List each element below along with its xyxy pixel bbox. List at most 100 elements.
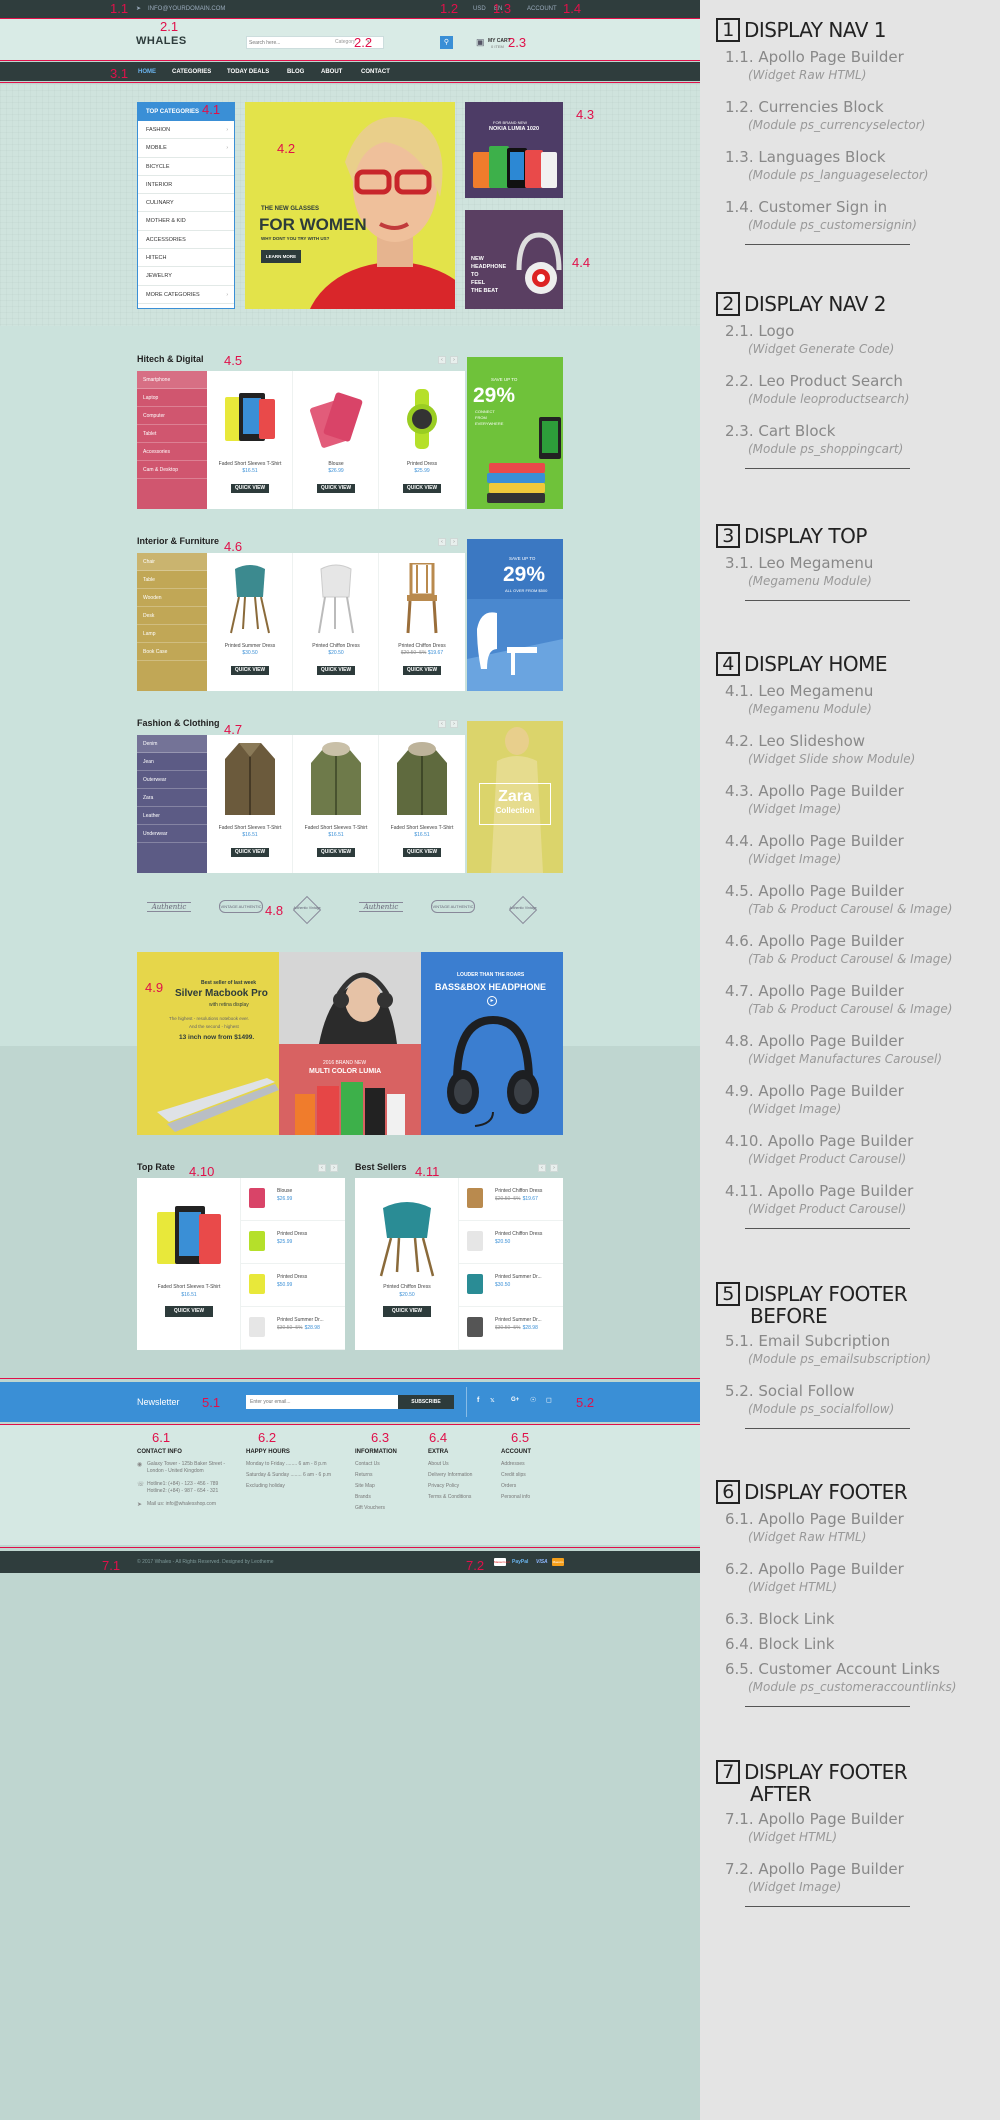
top-category-item[interactable]: HITECH (138, 249, 234, 268)
product-name[interactable]: Printed Summer Dr... (495, 1317, 542, 1323)
category-tab[interactable]: Leather (137, 807, 207, 825)
footer-link[interactable]: Privacy Policy (428, 1481, 498, 1492)
top-category-item[interactable]: ACCESSORIES (138, 231, 234, 250)
product-card[interactable]: Faded Short Sleeves T-Shirt $16.51 QUICK… (207, 735, 293, 873)
fashion-promo-banner[interactable]: Zara Collection (467, 721, 563, 873)
category-tab[interactable]: Book Case (137, 643, 207, 661)
footer-link[interactable]: Terms & Conditions (428, 1492, 498, 1503)
menu-blog[interactable]: BLOG (287, 69, 304, 75)
newsletter-email-input[interactable] (246, 1395, 398, 1409)
product-name[interactable]: Printed Dress (277, 1231, 307, 1237)
category-tab[interactable]: Accessories (137, 443, 207, 461)
quick-view-button[interactable]: QUICK VIEW (165, 1306, 213, 1317)
footer-link[interactable]: About Us (428, 1459, 498, 1470)
footer-link[interactable]: Site Map (355, 1481, 425, 1492)
product-name[interactable]: Blouse (277, 1188, 292, 1194)
product-name[interactable]: Printed Summer Dress (207, 643, 293, 649)
footer-link[interactable]: Personal info (501, 1492, 563, 1503)
product-name[interactable]: Printed Dress (379, 461, 465, 467)
product-name[interactable]: Printed Chiffon Dress (495, 1188, 542, 1194)
menu-categories[interactable]: CATEGORIES (172, 69, 211, 75)
category-select[interactable]: Category (335, 39, 355, 45)
product-card[interactable]: Faded Short Sleeves T-Shirt $16.51 QUICK… (137, 1178, 241, 1350)
category-tab[interactable]: Desk (137, 607, 207, 625)
product-card[interactable]: Printed Dress $25.99 QUICK VIEW (379, 371, 465, 509)
twitter-icon[interactable]: 𝕩 (490, 1396, 495, 1404)
product-card[interactable]: Printed Chiffon Dress $20.50 QUICK VIEW (355, 1178, 459, 1350)
product-name[interactable]: Faded Short Sleeves T-Shirt (293, 825, 379, 831)
product-name[interactable]: Faded Short Sleeves T-Shirt (379, 825, 465, 831)
quick-view-button[interactable]: QUICK VIEW (383, 1306, 431, 1317)
quick-view-button[interactable]: QUICK VIEW (403, 484, 441, 493)
product-name[interactable]: Faded Short Sleeves T-Shirt (207, 825, 293, 831)
product-card[interactable]: Printed Chiffon Dress $20.50 QUICK VIEW (293, 553, 379, 691)
search-input[interactable] (249, 38, 329, 47)
product-card[interactable]: Faded Short Sleeves T-Shirt $16.51 QUICK… (379, 735, 465, 873)
category-tab[interactable]: Underwear (137, 825, 207, 843)
product-name[interactable]: Blouse (293, 461, 379, 467)
category-tab[interactable]: Chair (137, 553, 207, 571)
banner-bass[interactable]: LOUDER THAN THE ROARS BASS&BOX HEADPHONE… (421, 952, 563, 1135)
category-tab[interactable]: Outerwear (137, 771, 207, 789)
subscribe-button[interactable]: SUBSCRIBE (398, 1395, 454, 1409)
list-item[interactable]: Printed Dress $50.99 (241, 1264, 345, 1307)
quick-view-button[interactable]: QUICK VIEW (317, 484, 355, 493)
quick-view-button[interactable]: QUICK VIEW (403, 666, 441, 675)
product-name[interactable]: Printed Chiffon Dress (355, 1284, 459, 1290)
search-button[interactable]: ⚲ (440, 36, 453, 49)
product-name[interactable]: Printed Dress (277, 1274, 307, 1280)
category-tab[interactable]: Cam & Desktop (137, 461, 207, 479)
fashion-next-button[interactable]: › (450, 720, 458, 728)
quick-view-button[interactable]: QUICK VIEW (231, 484, 269, 493)
list-item[interactable]: Blouse $26.99 (241, 1178, 345, 1221)
footer-link[interactable]: Delivery Information (428, 1470, 498, 1481)
footer-link[interactable]: Contact Us (355, 1459, 425, 1470)
footer-link[interactable]: Addresses (501, 1459, 563, 1470)
list-item[interactable]: Printed Summer Dr... $30.50 -5% $28.98 (459, 1307, 563, 1350)
top-category-item[interactable]: MOBILE (138, 139, 234, 158)
slideshow[interactable]: THE NEW GLASSES FOR WOMEN WHY DONT YOU T… (245, 102, 455, 309)
interior-next-button[interactable]: › (450, 538, 458, 546)
menu-contact[interactable]: CONTACT (361, 69, 390, 75)
menu-about[interactable]: ABOUT (321, 69, 342, 75)
google-plus-icon[interactable]: G+ (511, 1397, 519, 1403)
facebook-icon[interactable]: f (477, 1397, 479, 1404)
product-card[interactable]: Faded Short Sleeves T-Shirt $16.51 QUICK… (207, 371, 293, 509)
category-tab[interactable]: Smartphone (137, 371, 207, 389)
banner-music-girl[interactable] (279, 952, 421, 1044)
account-link[interactable]: ACCOUNT (527, 6, 557, 12)
top-rate-next-button[interactable]: › (330, 1164, 338, 1172)
product-card[interactable]: Blouse $26.99 QUICK VIEW (293, 371, 379, 509)
list-item[interactable]: Printed Chiffon Dress $20.50 (459, 1221, 563, 1264)
top-category-item[interactable]: BICYCLE (138, 158, 234, 176)
top-rate-prev-button[interactable]: ‹ (318, 1164, 326, 1172)
category-tab[interactable]: Computer (137, 407, 207, 425)
category-tab[interactable]: Wooden (137, 589, 207, 607)
hitech-prev-button[interactable]: ‹ (438, 356, 446, 364)
list-item[interactable]: Printed Chiffon Dress $20.50 -5% $19.67 (459, 1178, 563, 1221)
category-tab[interactable]: Zara (137, 789, 207, 807)
menu-home[interactable]: HOME (138, 69, 156, 75)
quick-view-button[interactable]: QUICK VIEW (403, 848, 441, 857)
footer-link[interactable]: Orders (501, 1481, 563, 1492)
banner-nokia[interactable]: FOR BRAND NEW NOKIA LUMIA 1020 (465, 102, 563, 198)
manufacturer-logo[interactable]: VINTAGE AUTHENTIC (431, 896, 475, 924)
product-name[interactable]: Printed Chiffon Dress (379, 643, 465, 649)
learn-more-button[interactable]: LEARN MORE (261, 250, 301, 263)
pinterest-icon[interactable]: ☉ (530, 1396, 536, 1404)
menu-today-deals[interactable]: TODAY DEALS (227, 69, 269, 75)
footer-link[interactable]: Brands (355, 1492, 425, 1503)
product-name[interactable]: Printed Chiffon Dress (495, 1231, 542, 1237)
top-category-item[interactable]: CULINARY (138, 194, 234, 213)
category-tab[interactable]: Tablet (137, 425, 207, 443)
top-category-item[interactable]: MOTHER & KID (138, 212, 234, 231)
logo[interactable]: WHALES (136, 35, 187, 47)
currency-select[interactable]: USD (473, 6, 486, 12)
product-name[interactable]: Printed Chiffon Dress (293, 643, 379, 649)
hitech-promo-banner[interactable]: SAVE UP TO 29% CONNECT FROM EVERYWHERE (467, 357, 563, 509)
banner-lumia[interactable]: 2016 BRAND NEW MULTI COLOR LUMIA (279, 1044, 421, 1135)
footer-link[interactable]: Returns (355, 1470, 425, 1481)
top-category-item[interactable]: INTERIOR (138, 176, 234, 195)
manufacturer-logo[interactable]: Authentic (147, 896, 191, 924)
list-item[interactable]: Printed Dress $25.99 (241, 1221, 345, 1264)
